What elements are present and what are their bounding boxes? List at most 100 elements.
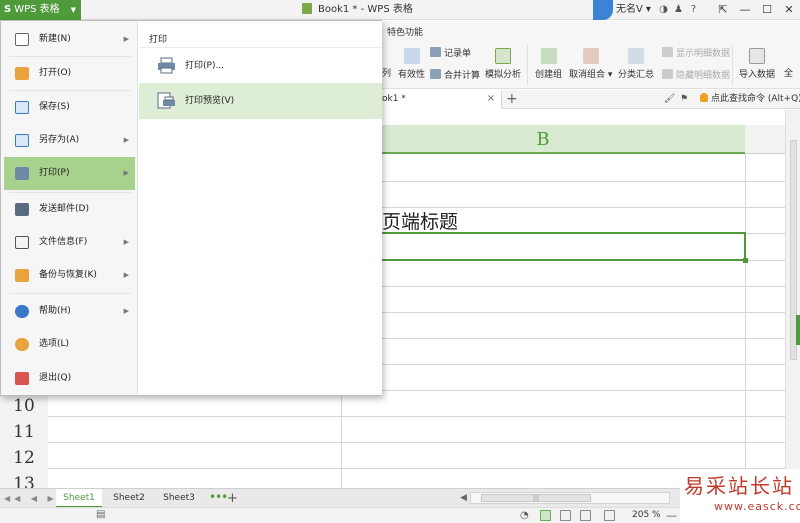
row-header-12[interactable]: 12 (0, 445, 48, 471)
column-header-b[interactable]: B (341, 125, 745, 154)
new-tab-button[interactable]: + (506, 90, 518, 108)
sheet-tab-3[interactable]: Sheet3 (156, 489, 202, 508)
backup-icon (15, 269, 29, 282)
menu-separator (9, 293, 131, 294)
record-form-icon (430, 47, 441, 57)
menu-item-save[interactable]: 保存(S) (4, 91, 135, 124)
horizontal-scrollbar[interactable]: ||| (470, 492, 670, 504)
doc-tab-book1[interactable]: ok1 * × (382, 90, 502, 109)
fill-handle[interactable] (743, 258, 748, 263)
file-menu-list: 新建(N) ▶ 打开(O) 保存(S) 另存为(A) ▶ 打印(P) ▶ 发送邮… (1, 21, 138, 395)
row-header-13[interactable]: 13 (0, 471, 48, 488)
show-detail-button[interactable]: 显示明细数据 (662, 46, 730, 59)
menu-item-options[interactable]: 选项(L) (4, 328, 135, 361)
menu-item-file-info[interactable]: 文件信息(F) ▶ (4, 226, 135, 259)
new-file-icon (15, 33, 29, 46)
add-sheet-button[interactable]: + (227, 489, 238, 508)
submenu-item-print[interactable]: 打印(P)... (139, 48, 382, 84)
window-title-text: Book1 * - WPS 表格 (318, 4, 413, 15)
cell-header-title[interactable]: 页端标题 (382, 207, 458, 234)
merge-calc-button[interactable]: 合并计算 (430, 68, 480, 81)
ribbon-partial-right[interactable]: 全 (784, 66, 793, 79)
simulate-analysis-button[interactable]: 模拟分析 (485, 48, 521, 80)
vertical-scrollbar[interactable] (785, 110, 800, 488)
page-layout-view-icon[interactable] (580, 510, 591, 521)
shirt-icon[interactable]: ♟ (671, 0, 686, 20)
caret-down-icon: ▼ (70, 6, 76, 14)
menu-item-backup[interactable]: 备份与恢复(K) ▶ (4, 259, 135, 292)
menu-item-exit[interactable]: 退出(Q) (4, 362, 135, 395)
restore-up-icon[interactable]: ⇱ (712, 0, 734, 20)
spreadsheet-doc-icon (302, 3, 312, 14)
menu-item-save-as[interactable]: 另存为(A) ▶ (4, 124, 135, 157)
horizontal-scroll-thumb[interactable]: ||| (481, 494, 591, 502)
row-header-10[interactable]: 10 (0, 393, 48, 419)
subtotal-button[interactable]: 分类汇总 (618, 48, 654, 80)
title-bar: S WPS 表格 ▼ Book1 * - WPS 表格 无名V ▾ ◑ ♟? ⇱ — ☐ ✕ (0, 0, 800, 20)
hide-detail-label: 隐藏明细数据 (676, 71, 731, 81)
row-header-11[interactable]: 11 (0, 419, 48, 445)
reading-mode-icon[interactable] (604, 510, 615, 521)
menu-item-label: 另存为(A) (39, 135, 80, 145)
ungroup-button[interactable]: 取消组合 ▾ (569, 48, 612, 80)
doc-tab-close-icon[interactable]: × (487, 90, 495, 108)
skin-icon[interactable]: ◑ (656, 0, 671, 20)
show-detail-label: 显示明细数据 (676, 49, 731, 59)
user-account[interactable]: 无名V ▾ (590, 0, 651, 20)
import-data-button[interactable]: 导入数据 (739, 48, 775, 80)
save-icon (15, 101, 29, 114)
maximize-button[interactable]: ☐ (756, 0, 778, 20)
open-folder-icon (15, 67, 29, 80)
flag-icon[interactable]: ⚑ (680, 90, 688, 109)
lightbulb-icon (700, 93, 708, 102)
eye-protect-icon[interactable]: ◔ (520, 508, 529, 523)
ribbon-toolbar: 列 有效性 记录单 合并计算 模拟分析 创建组 取消组合 ▾ 分类汇总 显示明细… (382, 41, 800, 89)
ribbon-partial-left[interactable]: 列 (382, 66, 391, 79)
record-form-button[interactable]: 记录单 (430, 46, 471, 59)
titlebar-tools: ◑ ♟? (656, 0, 701, 20)
scroll-left-icon[interactable]: ◀ (460, 489, 467, 508)
menu-item-open[interactable]: 打开(O) (4, 57, 135, 90)
menu-item-new[interactable]: 新建(N) ▶ (4, 23, 135, 56)
hide-detail-button[interactable]: 隐藏明细数据 (662, 68, 730, 81)
subtotal-icon (628, 48, 644, 64)
menu-item-send-mail[interactable]: 发送邮件(D) (4, 193, 135, 226)
menu-item-label: 打开(O) (39, 68, 72, 78)
normal-view-icon[interactable] (540, 510, 551, 521)
create-group-label: 创建组 (535, 70, 563, 80)
menu-item-help[interactable]: 帮助(H) ▶ (4, 295, 135, 328)
submenu-arrow-icon: ▶ (123, 271, 129, 279)
sheet-tab-1[interactable]: Sheet1 (56, 489, 102, 508)
sheet-tab-2[interactable]: Sheet2 (106, 489, 152, 508)
side-panel-tab[interactable] (796, 315, 800, 345)
grid-line (0, 442, 785, 443)
create-group-button[interactable]: 创建组 (535, 48, 562, 80)
submenu-item-print-preview[interactable]: 打印预览(V) (139, 83, 382, 119)
zoom-level[interactable]: 205 % (632, 508, 661, 523)
doc-tab-label: ok1 * (382, 94, 406, 104)
print-submenu: 打印 打印(P)... 打印预览(V) (139, 21, 382, 395)
page-break-view-icon[interactable] (560, 510, 571, 521)
selected-cell[interactable] (341, 232, 748, 263)
wps-app-menu-button[interactable]: S WPS 表格 ▼ (0, 0, 81, 20)
format-painter-icon[interactable]: 🖌 (664, 90, 675, 109)
more-sheets-icon[interactable]: ••• (209, 489, 228, 506)
find-command-box[interactable]: 点此查找命令 (Alt+Q) (700, 90, 800, 109)
ungroup-icon (582, 48, 599, 64)
grid-line (745, 154, 746, 488)
tab-special-features[interactable]: 特色功能 (387, 25, 423, 38)
close-button[interactable]: ✕ (778, 0, 800, 20)
minimize-button[interactable]: — (734, 0, 756, 20)
validity-button[interactable]: 有效性 (398, 48, 425, 80)
menu-item-print[interactable]: 打印(P) ▶ (4, 157, 135, 190)
submenu-arrow-icon: ▶ (123, 136, 129, 144)
zoom-out-button[interactable]: — (666, 508, 677, 523)
wps-logo-icon: S (4, 4, 12, 15)
help-question-icon[interactable]: ? (686, 0, 701, 20)
print-icon (15, 167, 29, 180)
import-data-icon (749, 48, 765, 64)
app-menu-label: WPS 表格 (14, 4, 60, 15)
options-gear-icon (15, 338, 29, 351)
printer-icon (158, 57, 175, 74)
hide-detail-icon (662, 69, 673, 79)
